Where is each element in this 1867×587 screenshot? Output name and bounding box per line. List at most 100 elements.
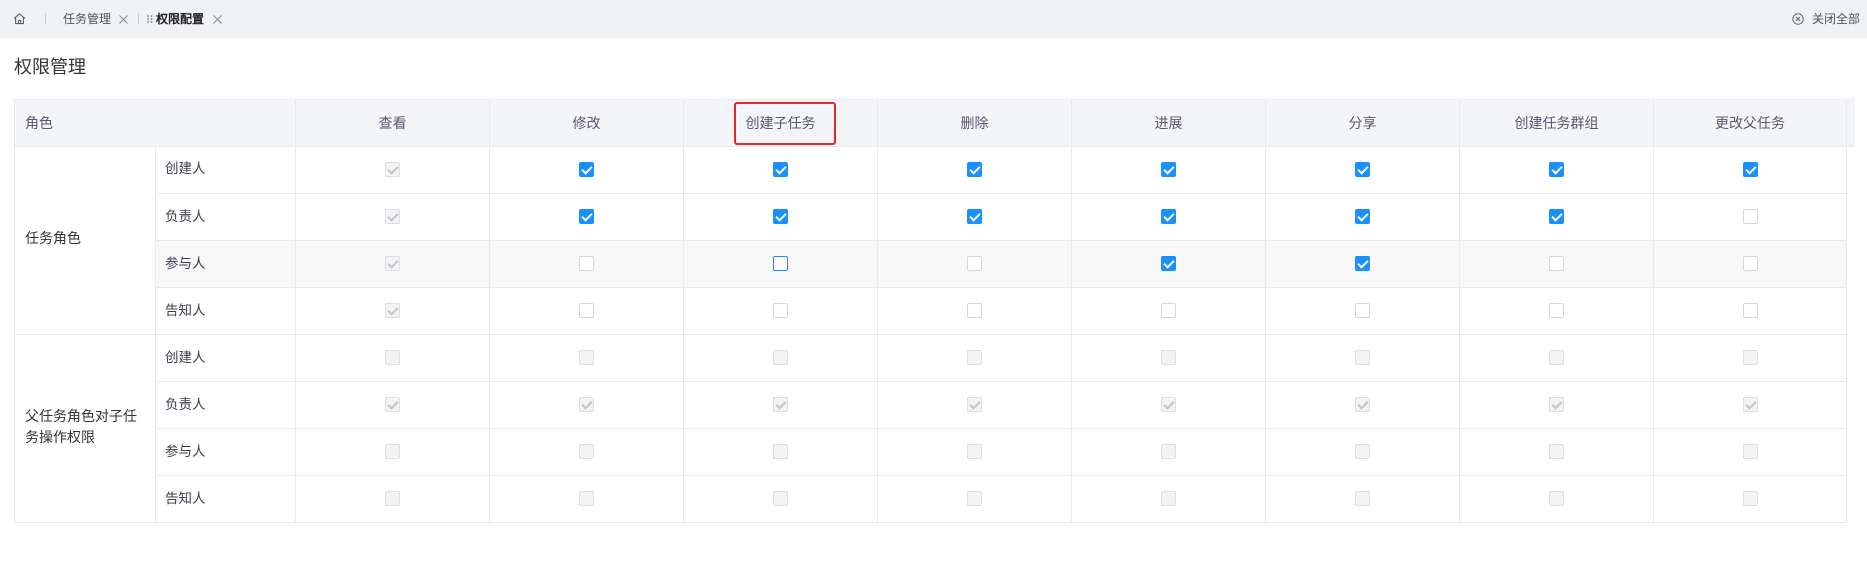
column-header-share: 分享: [1265, 99, 1460, 147]
column-header-progress: 进展: [1071, 99, 1266, 147]
permission-cell: [295, 381, 490, 429]
permission-checkbox[interactable]: [1742, 256, 1758, 271]
permission-cell: [295, 428, 490, 476]
permission-checkbox: [1742, 444, 1758, 459]
close-circle-icon: [1792, 13, 1804, 25]
permission-checkbox[interactable]: [1549, 303, 1564, 318]
permission-checkbox[interactable]: [773, 256, 788, 271]
permission-checkbox[interactable]: [773, 161, 788, 177]
permission-checkbox[interactable]: [1355, 161, 1370, 177]
permission-checkbox: [773, 350, 788, 365]
permission-cell: [683, 334, 878, 382]
close-all-button[interactable]: 关闭全部: [1792, 0, 1860, 38]
permission-checkbox[interactable]: [967, 303, 982, 318]
permission-cell: [877, 193, 1072, 241]
permission-cell: [877, 334, 1072, 382]
column-header-label: 更改父任务: [1715, 116, 1785, 132]
permission-cell: [1265, 287, 1460, 335]
permission-cell: [1459, 287, 1654, 335]
permission-checkbox: [1161, 350, 1176, 365]
permission-cell: [1459, 146, 1654, 194]
permission-cell: [1265, 240, 1460, 288]
header-gutter: [1846, 99, 1855, 147]
tab-permission-config[interactable]: 权限配置: [147, 0, 223, 38]
permission-cell: [295, 240, 490, 288]
permission-checkbox[interactable]: [773, 209, 788, 224]
permission-checkbox: [385, 303, 400, 318]
permission-cell: [1653, 193, 1847, 241]
permission-checkbox[interactable]: [579, 303, 594, 318]
permission-checkbox: [579, 397, 594, 412]
permission-checkbox[interactable]: [1742, 161, 1758, 177]
permission-checkbox[interactable]: [967, 161, 982, 177]
permission-checkbox[interactable]: [1161, 161, 1176, 177]
permission-cell: [489, 334, 684, 382]
permission-checkbox: [1161, 397, 1176, 412]
permission-cell: [1071, 334, 1266, 382]
permission-checkbox[interactable]: [1549, 256, 1564, 271]
permission-checkbox[interactable]: [579, 256, 594, 271]
role-name-cell: 参与人: [155, 428, 296, 476]
permission-checkbox[interactable]: [1161, 209, 1176, 224]
role-name-cell: 告知人: [155, 475, 296, 523]
permission-checkbox[interactable]: [1742, 303, 1758, 318]
permission-cell: [1459, 475, 1654, 523]
column-header-delete: 删除: [877, 99, 1072, 147]
permission-cell: [1265, 193, 1460, 241]
permission-cell: [489, 146, 684, 194]
permission-cell: [1071, 287, 1266, 335]
close-icon[interactable]: [212, 14, 223, 25]
permission-checkbox[interactable]: [1355, 303, 1370, 318]
permission-checkbox: [1355, 444, 1370, 459]
permission-checkbox: [1549, 397, 1564, 412]
permission-cell: [683, 381, 878, 429]
role-name-cell: 创建人: [155, 146, 296, 194]
permission-checkbox: [579, 491, 594, 506]
permission-checkbox[interactable]: [1355, 209, 1370, 224]
tab-separator: [45, 13, 46, 24]
permission-cell: [489, 475, 684, 523]
permission-cell: [1653, 334, 1847, 382]
permission-checkbox: [1742, 491, 1758, 506]
permission-checkbox[interactable]: [967, 209, 982, 224]
permission-checkbox: [773, 397, 788, 412]
permission-cell: [489, 240, 684, 288]
table-row: 参与人: [15, 428, 1847, 476]
permission-checkbox[interactable]: [1161, 303, 1176, 318]
tab-label: 任务管理: [63, 12, 112, 26]
permission-cell: [1459, 428, 1654, 476]
permission-cell: [295, 146, 490, 194]
permission-checkbox: [1161, 444, 1176, 459]
permission-cell: [683, 428, 878, 476]
permission-checkbox: [1549, 491, 1564, 506]
drag-handle-icon[interactable]: [147, 14, 153, 24]
tab-task-management[interactable]: 任务管理: [63, 0, 129, 38]
permission-checkbox[interactable]: [1549, 161, 1564, 177]
permission-cell: [877, 428, 1072, 476]
permission-cell: [295, 334, 490, 382]
home-icon[interactable]: [13, 12, 26, 25]
permission-cell: [683, 193, 878, 241]
permission-cell: [877, 287, 1072, 335]
permission-checkbox: [967, 491, 982, 506]
permission-checkbox[interactable]: [967, 256, 982, 271]
close-icon[interactable]: [118, 14, 129, 25]
permission-checkbox[interactable]: [1549, 209, 1564, 224]
permission-checkbox[interactable]: [579, 209, 594, 224]
tab-separator: [138, 13, 139, 24]
permission-checkbox[interactable]: [1355, 256, 1370, 271]
permission-checkbox[interactable]: [773, 303, 788, 318]
permission-checkbox[interactable]: [579, 161, 594, 177]
permission-checkbox[interactable]: [1161, 256, 1176, 271]
permission-cell: [1071, 381, 1266, 429]
permission-checkbox[interactable]: [1742, 209, 1758, 224]
permission-checkbox: [967, 444, 982, 459]
permission-checkbox: [1355, 350, 1370, 365]
column-header-label: 创建任务群组: [1514, 116, 1599, 132]
column-header-label: 进展: [1154, 116, 1183, 132]
permission-cell: [683, 475, 878, 523]
permission-cell: [489, 193, 684, 241]
permission-cell: [1265, 428, 1460, 476]
table-row: 参与人: [15, 240, 1847, 288]
permission-cell: [1459, 240, 1654, 288]
